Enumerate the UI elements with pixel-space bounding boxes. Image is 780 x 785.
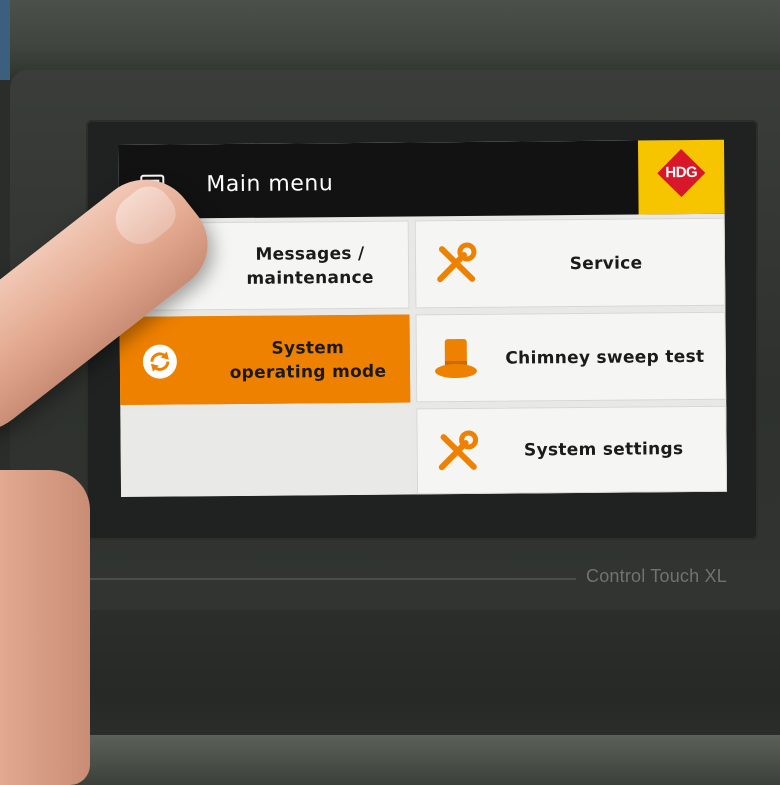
operating-mode-label-line1: System — [271, 338, 345, 359]
wall-background — [0, 0, 780, 80]
bottom-trim — [10, 735, 780, 785]
touchscreen: Main menu HDG Messages / maintenance Ser… — [118, 139, 728, 497]
system-operating-mode-button[interactable]: System operating mode — [119, 314, 411, 405]
brand-label: Control Touch XL — [586, 566, 727, 586]
wall-blue-corner — [0, 0, 10, 80]
hand — [0, 470, 90, 785]
tools-icon — [437, 242, 477, 283]
system-settings-label: System settings — [523, 439, 684, 461]
refresh-icon — [142, 344, 177, 379]
chimney-sweep-label: Chimney sweep test — [505, 346, 705, 369]
operating-mode-label-line2: operating mode — [229, 361, 387, 384]
service-button[interactable]: Service — [414, 217, 726, 309]
service-label: Service — [569, 253, 643, 275]
page-title: Main menu — [206, 171, 334, 198]
messages-label-line1: Messages / — [255, 243, 365, 265]
tools-icon — [438, 430, 479, 471]
system-settings-button[interactable]: System settings — [416, 405, 728, 495]
fingernail — [105, 177, 184, 255]
top-hat-icon — [434, 338, 477, 379]
chimney-sweep-test-button[interactable]: Chimney sweep test — [415, 311, 727, 403]
header-bar: Main menu HDG — [118, 139, 725, 219]
messages-label-line2: maintenance — [246, 267, 374, 289]
logo-text: HDG — [665, 163, 698, 182]
empty-tile — [120, 408, 412, 497]
brand-divider — [88, 578, 576, 580]
hdg-logo: HDG — [637, 139, 725, 215]
